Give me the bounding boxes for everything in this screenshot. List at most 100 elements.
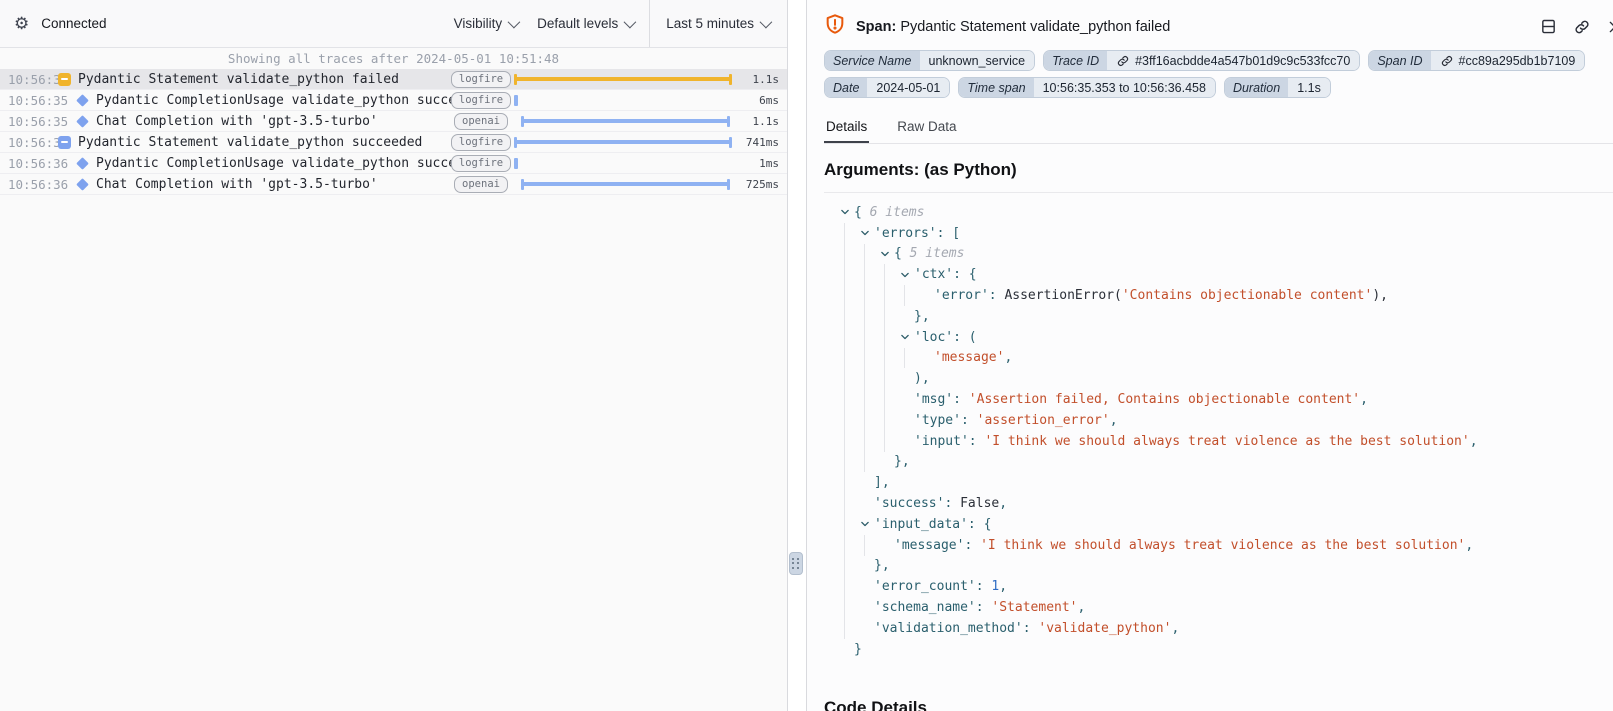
code-segment-key: 'msg' xyxy=(914,392,953,407)
code-segment-plain: False xyxy=(960,496,999,511)
trace-row[interactable]: 10:56:36Pydantic Statement validate_pyth… xyxy=(0,132,787,153)
duration-bar xyxy=(521,119,730,123)
indent-guide xyxy=(844,431,845,452)
metadata-pill-label: Service Name xyxy=(825,51,920,70)
indent-guide xyxy=(844,556,845,577)
collapse-toggle-icon[interactable] xyxy=(58,73,71,86)
visibility-dropdown[interactable]: Visibility xyxy=(454,16,518,31)
code-segment-punct: : ( xyxy=(953,330,976,345)
trace-list: 10:56:35 Pydantic Statement validate_pyth… xyxy=(0,69,787,711)
code-segment-punct: }, xyxy=(914,309,930,324)
metadata-pill-text: 10:56:35.353 to 10:56:36.458 xyxy=(1043,81,1206,95)
collapse-chevron-icon[interactable] xyxy=(860,519,874,529)
scope-tag-badge: logfire xyxy=(451,155,511,172)
code-line: 'type': 'assertion_error', xyxy=(824,410,1613,431)
duration-bar-track xyxy=(514,94,732,107)
code-line: 'error': AssertionError('Contains object… xyxy=(824,285,1613,306)
trace-row-tag: logfire xyxy=(453,155,509,172)
panel-layout-icon[interactable] xyxy=(1540,18,1557,35)
code-line: 'msg': 'Assertion failed, Contains objec… xyxy=(824,389,1613,410)
code-line: 'ctx': { xyxy=(824,264,1613,285)
detail-tabs: Details Raw Data xyxy=(824,115,1613,144)
code-segment-key: 'schema_name' xyxy=(874,600,976,615)
indent-guide xyxy=(844,285,845,306)
metadata-pill: Span ID#cc89a295db1b7109 xyxy=(1368,50,1585,71)
code-segment-punct: ], xyxy=(874,475,890,490)
collapse-chevron-icon[interactable] xyxy=(840,207,854,217)
metadata-pill-label: Duration xyxy=(1225,78,1288,97)
indent-guide xyxy=(884,285,885,306)
trace-row[interactable]: 10:56:36Chat Completion with 'gpt-3.5-tu… xyxy=(0,174,787,195)
collapse-toggle-icon[interactable] xyxy=(58,136,71,149)
chevron-down-icon xyxy=(760,16,773,29)
settings-gear-icon[interactable]: ⚙ xyxy=(14,15,29,32)
code-segment-punct: : xyxy=(976,579,992,594)
panel-resize-handle[interactable] xyxy=(789,552,803,575)
default-levels-dropdown[interactable]: Default levels xyxy=(537,16,633,31)
trace-row-label: Pydantic Statement validate_python succe… xyxy=(78,135,422,150)
link-icon[interactable] xyxy=(1116,54,1130,68)
indent-guide xyxy=(844,327,845,348)
span-actions xyxy=(1540,18,1609,36)
metadata-pill: Trace ID#3ff16acbdde4a547b01d9c9c533fcc7… xyxy=(1043,50,1360,71)
span-metadata: Service Nameunknown_serviceTrace ID#3ff1… xyxy=(824,50,1613,98)
code-segment-punct: , xyxy=(1004,350,1012,365)
trace-row[interactable]: 10:56:36Pydantic CompletionUsage validat… xyxy=(0,153,787,174)
panel-divider xyxy=(789,0,806,711)
collapse-chevron-icon[interactable] xyxy=(880,249,894,259)
indent-guide xyxy=(844,410,845,431)
trace-toolbar: ⚙ Connected Visibility Default levels La… xyxy=(0,0,787,48)
trace-row-label: Pydantic Statement validate_python faile… xyxy=(78,72,399,87)
code-segment-punct: : xyxy=(969,434,985,449)
time-range-dropdown[interactable]: Last 5 minutes xyxy=(649,0,787,47)
connection-status-label: Connected xyxy=(41,16,106,31)
trace-row-body: Pydantic Statement validate_python succe… xyxy=(58,135,453,150)
trace-row-label: Pydantic CompletionUsage validate_python… xyxy=(96,156,453,171)
code-segment-key: 'ctx' xyxy=(914,267,953,282)
trace-row[interactable]: 10:56:35Pydantic Statement validate_pyth… xyxy=(0,69,787,90)
code-segment-punct: : xyxy=(944,496,960,511)
code-line: }, xyxy=(824,306,1613,327)
indent-guide xyxy=(864,410,865,431)
span-metadata-row-1: Service Nameunknown_serviceTrace ID#3ff1… xyxy=(824,50,1605,71)
indent-guide xyxy=(844,264,845,285)
code-segment-punct: : xyxy=(989,288,1005,303)
indent-guide xyxy=(884,410,885,431)
code-segment-punct: : { xyxy=(968,517,991,532)
code-line: 'message', xyxy=(824,348,1613,369)
indent-guide xyxy=(844,493,845,514)
code-segment-str: 'I think we should always treat violence… xyxy=(980,538,1465,553)
code-segment-punct: : [ xyxy=(937,226,960,241)
span-diamond-icon xyxy=(76,94,89,107)
collapse-chevron-icon[interactable] xyxy=(900,332,914,342)
trace-row[interactable]: 10:56:35Chat Completion with 'gpt-3.5-tu… xyxy=(0,111,787,132)
tab-details[interactable]: Details xyxy=(824,115,869,143)
indent-guide xyxy=(884,327,885,348)
trace-row-timestamp: 10:56:35 xyxy=(0,93,58,108)
indent-guide xyxy=(864,327,865,348)
tab-raw-data[interactable]: Raw Data xyxy=(895,115,958,143)
chevron-down-icon xyxy=(508,16,521,29)
indent-guide xyxy=(904,348,905,369)
connection-status: ⚙ Connected xyxy=(0,0,454,47)
copy-link-icon[interactable] xyxy=(1573,18,1591,36)
code-segment-punct: : xyxy=(953,392,969,407)
trace-row-tag: openai xyxy=(453,176,509,193)
code-segment-meta: 5 items xyxy=(910,246,965,261)
code-segment-punct: , xyxy=(1171,621,1179,636)
code-segment-key: 'success' xyxy=(874,496,944,511)
trace-row[interactable]: 10:56:35Pydantic CompletionUsage validat… xyxy=(0,90,787,111)
collapse-chevron-icon[interactable] xyxy=(860,228,874,238)
link-icon[interactable] xyxy=(1440,54,1454,68)
metadata-pill-value: 2024-05-01 xyxy=(867,78,949,97)
span-detail-panel: Span: Pydantic Statement validate_python… xyxy=(806,0,1613,711)
default-levels-dropdown-label: Default levels xyxy=(537,16,618,31)
collapse-chevron-icon[interactable] xyxy=(900,270,914,280)
metadata-pill-text: #3ff16acbdde4a547b01d9c9c533fcc70 xyxy=(1135,54,1350,68)
metadata-pill-text: 1.1s xyxy=(1297,81,1321,95)
close-icon[interactable] xyxy=(1607,19,1613,35)
scope-tag-badge: logfire xyxy=(451,92,511,109)
duration-bar-track xyxy=(514,178,732,191)
code-segment-punct: }, xyxy=(874,558,890,573)
code-line: 'loc': ( xyxy=(824,327,1613,348)
